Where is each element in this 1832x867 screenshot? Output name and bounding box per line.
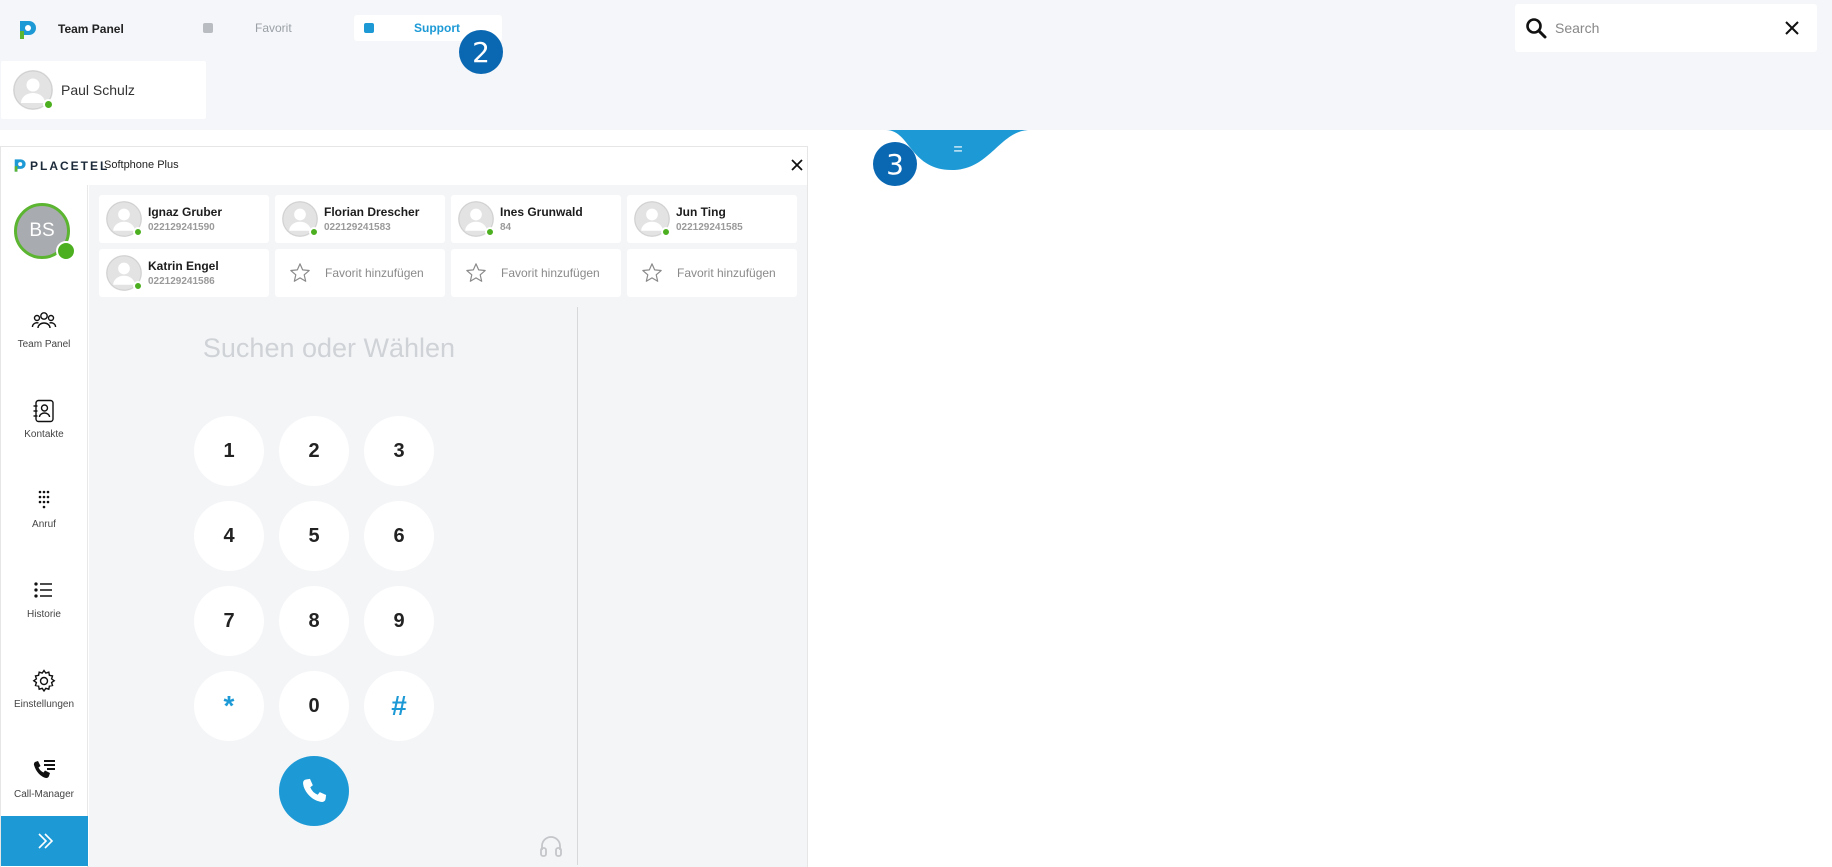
nav-item-team-panel[interactable]: Team Panel <box>1 308 87 378</box>
favorite-contact[interactable]: Jun Ting 022129241585 <box>627 195 797 243</box>
nav-label: Call-Manager <box>13 789 75 800</box>
avatar <box>634 201 671 237</box>
panel-toggle-handle[interactable]: = <box>880 130 1030 174</box>
nav-item-historie[interactable]: Historie <box>1 578 87 648</box>
headset-icon[interactable] <box>538 833 564 859</box>
nav-label: Kontakte <box>24 429 64 440</box>
star-icon <box>466 263 486 282</box>
softphone-sidebar: BS Team Panel Kontakte Anruf Historie Ei… <box>1 185 88 867</box>
dial-key-8[interactable]: 8 <box>279 586 349 656</box>
search-input[interactable] <box>1555 20 1775 36</box>
star-icon <box>642 263 662 282</box>
dial-input[interactable] <box>99 328 559 368</box>
add-favorite-button[interactable]: Favorit hinzufügen <box>627 249 797 297</box>
tab-favorit[interactable]: Favorit <box>196 15 336 41</box>
status-online-dot <box>133 281 143 291</box>
search-icon <box>1526 18 1547 39</box>
panel-divider <box>577 307 578 865</box>
favorite-contact[interactable]: Ines Grunwald 84 <box>451 195 621 243</box>
contact-number: 84 <box>500 222 512 233</box>
member-name: Paul Schulz <box>61 82 135 98</box>
star-icon <box>290 263 310 282</box>
tab-label: Favorit <box>255 21 292 35</box>
app-title: Team Panel <box>58 22 124 36</box>
close-icon[interactable] <box>1783 19 1801 37</box>
team-icon <box>31 312 57 329</box>
search-box <box>1515 4 1817 52</box>
dial-key-4[interactable]: 4 <box>194 501 264 571</box>
dial-key-9[interactable]: 9 <box>364 586 434 656</box>
tab-label: Support <box>414 21 460 35</box>
favorite-contact[interactable]: Florian Drescher 022129241583 <box>275 195 445 243</box>
softphone-header: PLACETEL Softphone Plus <box>1 147 807 185</box>
status-online-dot <box>661 227 671 237</box>
contact-name: Ignaz Gruber <box>148 205 223 219</box>
gear-icon <box>32 669 56 693</box>
softphone-window: PLACETEL Softphone Plus BS Team Panel Ko… <box>0 146 808 867</box>
status-online-dot <box>133 227 143 237</box>
contact-name: Ines Grunwald <box>500 205 583 219</box>
tab-color-swatch <box>203 23 213 33</box>
dial-key-1[interactable]: 1 <box>194 416 264 486</box>
double-chevron-right-icon <box>37 833 53 849</box>
add-favorite-label: Favorit hinzufügen <box>501 266 600 280</box>
dial-key-3[interactable]: 3 <box>364 416 434 486</box>
favorite-contact[interactable]: Ignaz Gruber 022129241590 <box>99 195 269 243</box>
status-online-dot <box>43 99 54 110</box>
contact-number: 022129241586 <box>148 276 215 287</box>
dial-key-0[interactable]: 0 <box>279 671 349 741</box>
avatar <box>282 201 319 237</box>
nav-item-einstellungen[interactable]: Einstellungen <box>1 668 87 738</box>
contact-number: 022129241583 <box>324 222 391 233</box>
app-logo-icon <box>20 21 36 39</box>
contact-name: Jun Ting <box>676 205 726 219</box>
contact-number: 022129241590 <box>148 222 215 233</box>
dial-key-star[interactable]: * <box>194 671 264 741</box>
nav-label: Anruf <box>32 519 56 530</box>
nav-label: Einstellungen <box>13 699 75 710</box>
dial-key-5[interactable]: 5 <box>279 501 349 571</box>
status-online-dot <box>56 241 76 261</box>
nav-label: Historie <box>27 609 61 620</box>
team-member-card[interactable]: Paul Schulz <box>1 61 206 119</box>
dial-key-2[interactable]: 2 <box>279 416 349 486</box>
dial-key-hash[interactable]: # <box>364 671 434 741</box>
placetel-logo-icon <box>14 159 26 172</box>
expand-sidebar-button[interactable] <box>1 816 88 866</box>
favorite-contact[interactable]: Katrin Engel 022129241586 <box>99 249 269 297</box>
add-favorite-label: Favorit hinzufügen <box>325 266 424 280</box>
nav-label: Team Panel <box>17 339 71 350</box>
avatar <box>106 201 143 237</box>
nav-item-anruf[interactable]: Anruf <box>1 488 87 558</box>
handle-label: = <box>953 141 962 158</box>
contact-name: Florian Drescher <box>324 205 420 219</box>
add-favorite-label: Favorit hinzufügen <box>677 266 776 280</box>
call-button[interactable] <box>279 756 349 826</box>
contact-number: 022129241585 <box>676 222 743 233</box>
status-online-dot <box>485 227 495 237</box>
dialpad-icon <box>38 490 50 509</box>
nav-item-kontakte[interactable]: Kontakte <box>1 398 87 468</box>
call-manager-icon <box>33 760 55 779</box>
tab-color-swatch <box>364 23 374 33</box>
contact-name: Katrin Engel <box>148 259 219 273</box>
avatar <box>13 70 54 110</box>
add-favorite-button[interactable]: Favorit hinzufügen <box>451 249 621 297</box>
product-name: Softphone Plus <box>104 159 179 171</box>
dial-key-6[interactable]: 6 <box>364 501 434 571</box>
close-icon[interactable] <box>791 159 803 171</box>
add-favorite-button[interactable]: Favorit hinzufügen <box>275 249 445 297</box>
contacts-icon <box>33 399 54 423</box>
phone-icon <box>303 778 327 802</box>
dial-key-7[interactable]: 7 <box>194 586 264 656</box>
avatar <box>106 255 143 291</box>
status-online-dot <box>309 227 319 237</box>
avatar <box>458 201 495 237</box>
softphone-content: Ignaz Gruber 022129241590 Florian Dresche… <box>89 185 807 867</box>
history-icon <box>34 582 52 598</box>
brand-name: PLACETEL <box>30 159 110 173</box>
top-bar: Team Panel Favorit Support Search Paul S… <box>0 0 1832 130</box>
step-badge-2: 2 <box>459 30 503 74</box>
